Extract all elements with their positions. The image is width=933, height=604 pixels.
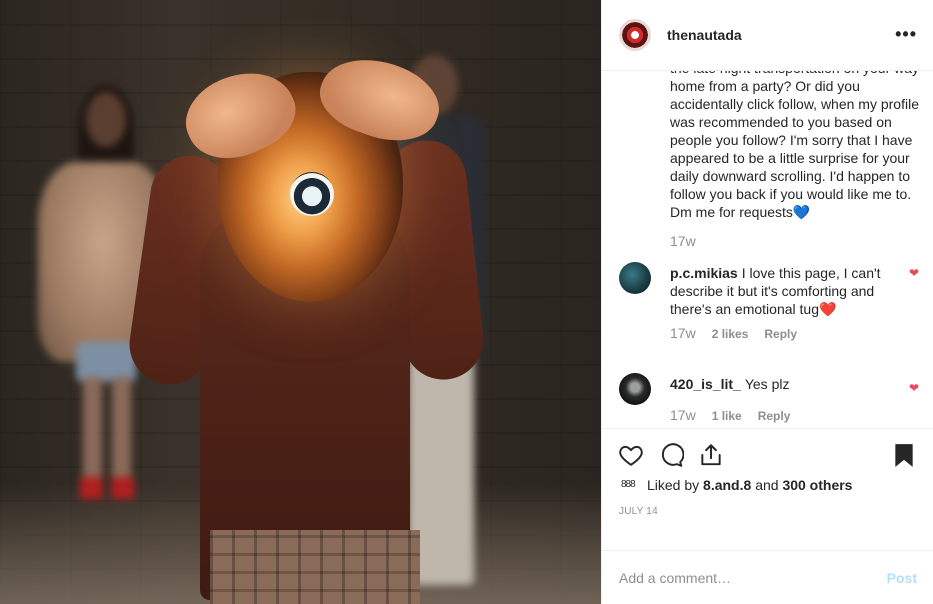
caption: the late night transportation on your wa… — [670, 71, 926, 249]
post-actions: 888 Liked by 8.and.8 and 300 others JULY… — [602, 427, 933, 551]
share-icon[interactable] — [698, 442, 724, 468]
instagram-post: thenautada ••• the late night transporta… — [0, 0, 933, 604]
comments-section[interactable]: the late night transportation on your wa… — [602, 71, 933, 428]
comment-time[interactable]: 17w — [670, 407, 696, 423]
comment-text: Yes plz — [744, 375, 790, 392]
caption-text: the late night transportation on your wa… — [670, 71, 919, 220]
caption-time[interactable]: 17w — [670, 233, 926, 249]
author-username[interactable]: thenautada — [667, 27, 742, 43]
reply-button[interactable]: Reply — [764, 327, 797, 341]
bookmark-icon[interactable] — [891, 442, 917, 468]
comment-likes[interactable]: 2 likes — [712, 327, 749, 341]
likes-prefix: Liked by — [647, 476, 700, 493]
post-side-panel: thenautada ••• the late night transporta… — [601, 0, 933, 604]
liked-by-user[interactable]: 8.and.8 — [703, 477, 751, 493]
comment-meta: 17w 1 like Reply — [670, 407, 790, 423]
action-icons — [618, 441, 917, 469]
comment-time[interactable]: 17w — [670, 325, 696, 341]
comment-likes[interactable]: 1 like — [712, 409, 742, 423]
commenter-username[interactable]: p.c.mikias — [670, 265, 738, 281]
comment-body: 420_is_lit_ Yes plz — [670, 375, 900, 393]
post-photo[interactable] — [0, 0, 601, 604]
post-date[interactable]: JULY 14 — [619, 506, 658, 517]
commenter-username[interactable]: 420_is_lit_ — [670, 376, 741, 392]
reply-button[interactable]: Reply — [758, 409, 791, 423]
comment-input[interactable] — [619, 569, 887, 586]
comment-like-heart-icon[interactable]: ❤ — [909, 266, 919, 280]
lamp-eye — [290, 172, 334, 216]
comment-meta: 17w 2 likes Reply — [670, 325, 797, 341]
author-avatar[interactable] — [619, 18, 651, 51]
likers-avatars-icon: 888 — [621, 478, 636, 490]
post-button[interactable]: Post — [887, 570, 917, 586]
likes-others[interactable]: 300 others — [782, 477, 852, 493]
commenter-avatar[interactable] — [619, 261, 651, 294]
comment-like-heart-icon[interactable]: ❤ — [909, 381, 919, 395]
commenter-avatar[interactable] — [619, 372, 651, 405]
more-icon[interactable]: ••• — [895, 24, 917, 45]
add-comment-bar: Post — [602, 550, 933, 604]
likes-summary: 888 Liked by 8.and.8 and 300 others — [621, 477, 852, 493]
heart-icon[interactable] — [618, 442, 644, 468]
comment-body: p.c.mikias I love this page, I can't desc… — [670, 264, 900, 318]
likes-and: and — [755, 476, 779, 493]
comment-icon[interactable] — [658, 442, 684, 468]
post-header: thenautada ••• — [602, 0, 933, 71]
